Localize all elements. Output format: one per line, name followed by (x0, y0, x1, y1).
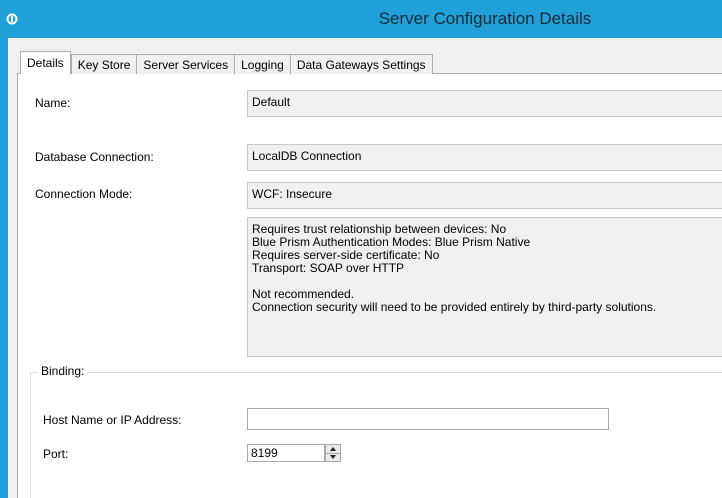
port-input[interactable]: 8199 (247, 444, 325, 462)
database-connection-field[interactable]: LocalDB Connection (247, 144, 722, 171)
description-line: Transport: SOAP over HTTP (252, 261, 405, 275)
arrow-up-icon (330, 447, 336, 451)
host-name-input[interactable] (247, 408, 609, 430)
name-label: Name: (35, 96, 71, 110)
database-connection-label: Database Connection: (35, 150, 154, 164)
window-frame-left (0, 38, 8, 498)
description-line: Connection security will need to be prov… (252, 300, 657, 314)
tab-server-services[interactable]: Server Services (136, 54, 236, 74)
connection-mode-field[interactable]: WCF: Insecure (247, 182, 722, 209)
binding-group-border (30, 372, 722, 373)
host-name-label: Host Name or IP Address: (43, 413, 182, 427)
binding-group-border-left (30, 372, 31, 498)
arrow-down-icon (330, 455, 336, 459)
tab-strip: Details Key Store Server Services Loggin… (20, 51, 433, 74)
name-field[interactable]: Default (247, 90, 722, 117)
tab-key-store[interactable]: Key Store (70, 54, 138, 74)
spin-down-button[interactable] (326, 453, 340, 461)
window-title: Server Configuration Details (378, 9, 592, 28)
binding-group-legend: Binding: (38, 364, 88, 378)
port-spinner[interactable] (325, 444, 341, 462)
tab-details[interactable]: Details (20, 51, 71, 74)
tab-logging[interactable]: Logging (234, 54, 291, 74)
connection-mode-label: Connection Mode: (35, 187, 133, 201)
app-icon[interactable] (6, 13, 18, 25)
connection-mode-description: Requires trust relationship between devi… (247, 217, 722, 357)
tab-data-gateways-settings[interactable]: Data Gateways Settings (289, 54, 433, 74)
port-label: Port: (43, 447, 69, 461)
title-bar: Server Configuration Details (0, 0, 722, 38)
